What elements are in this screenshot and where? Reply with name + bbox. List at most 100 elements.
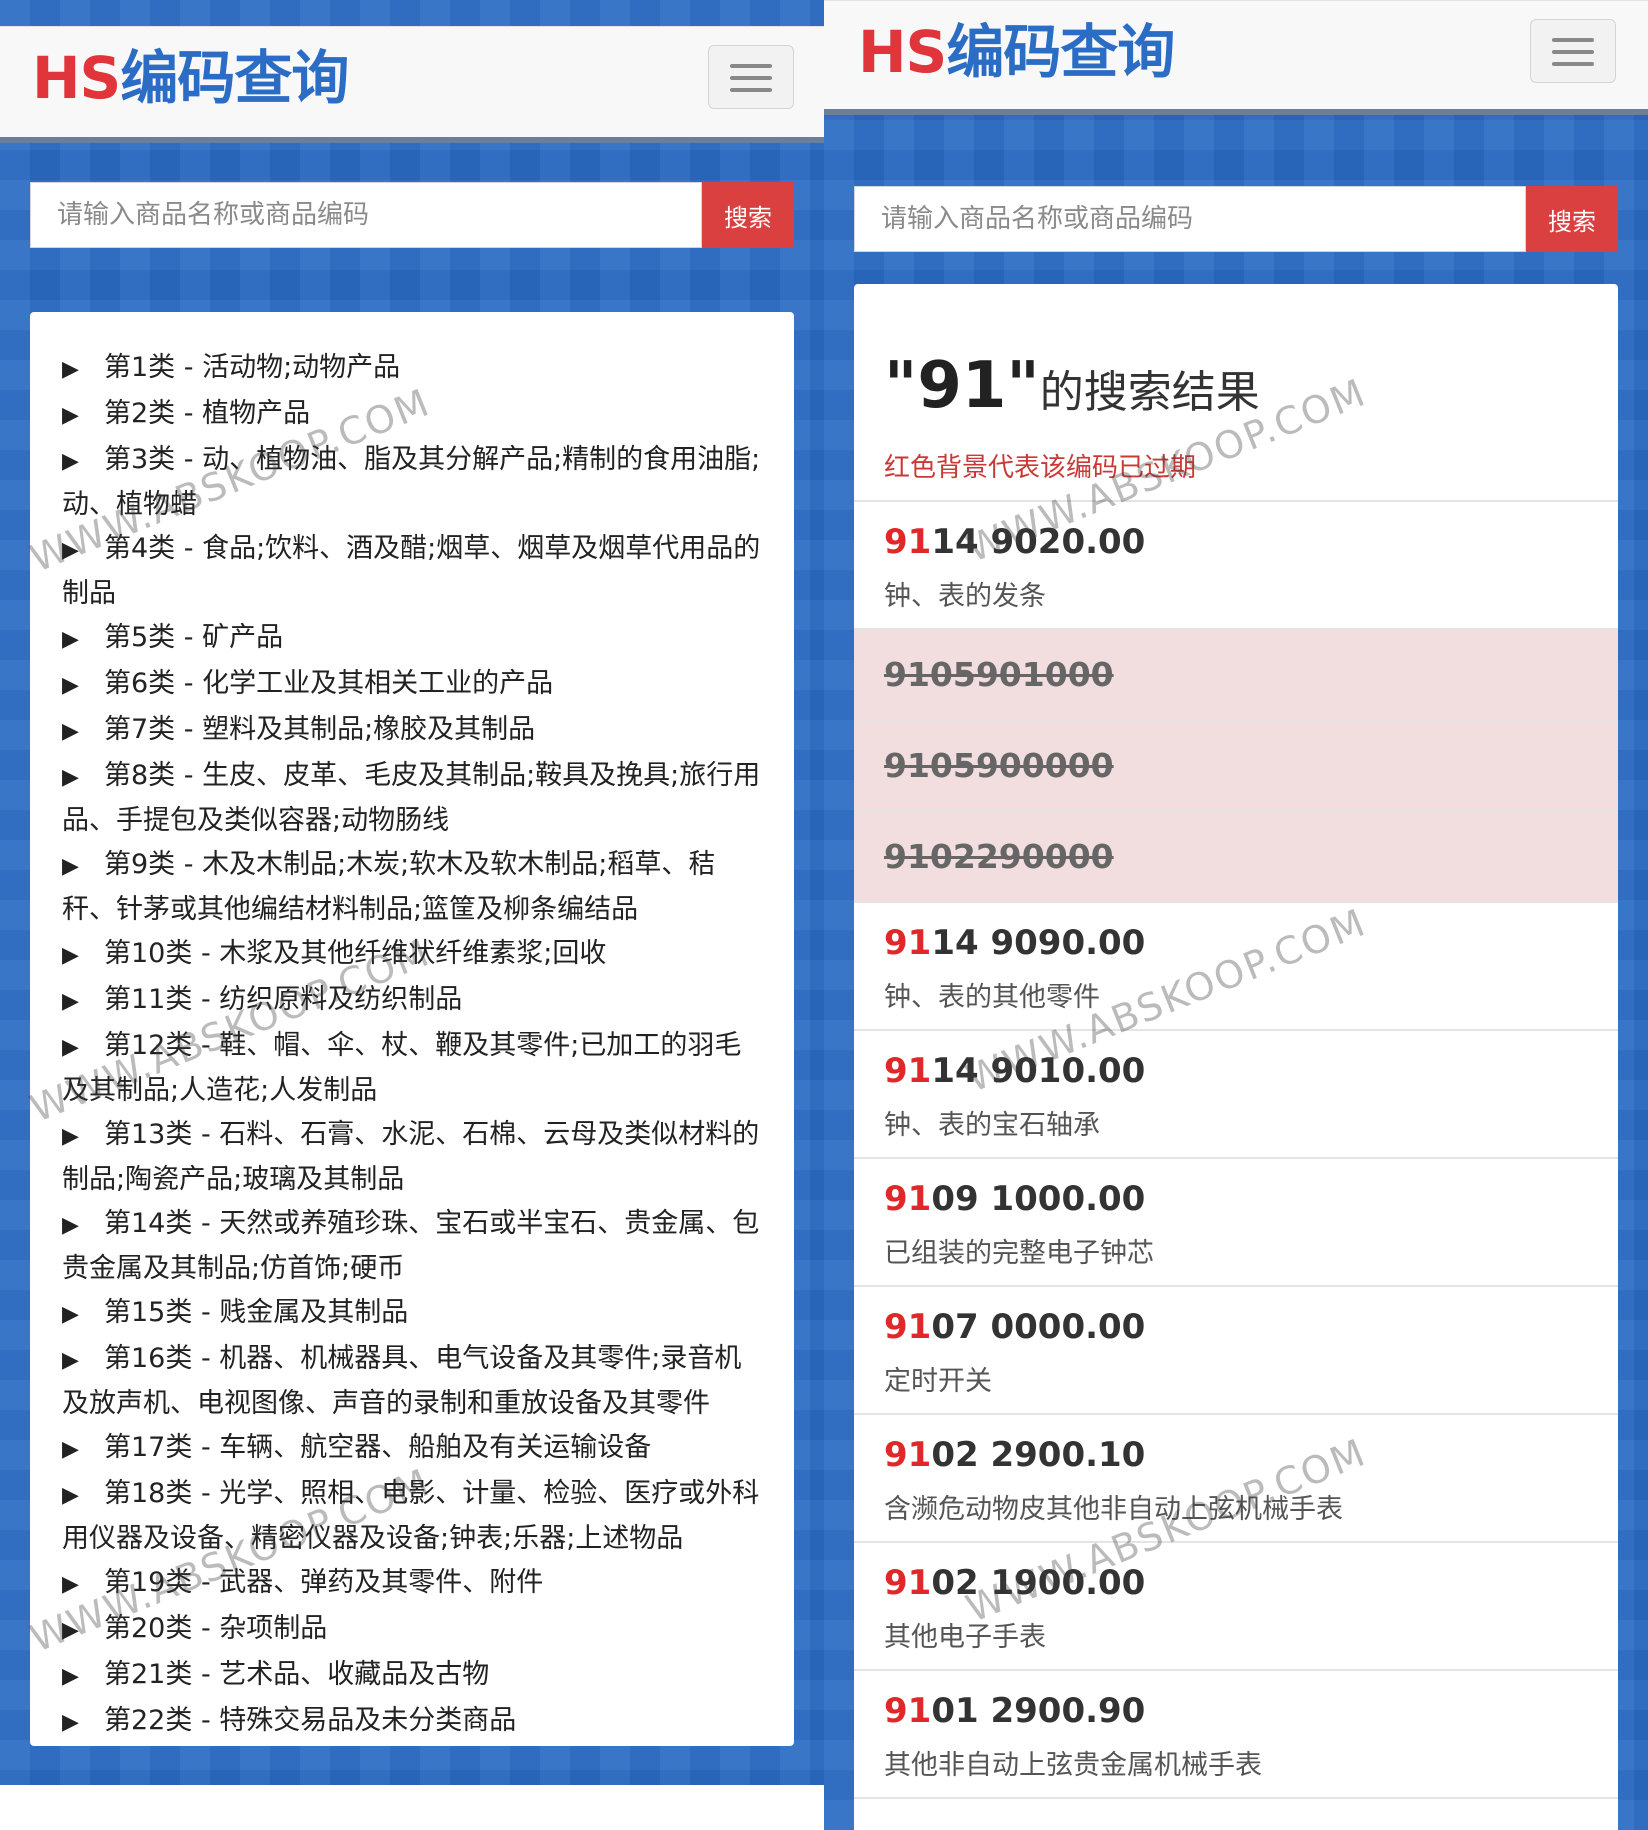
result-row[interactable]: 9109 1000.00 已组装的完整电子钟芯	[854, 1159, 1618, 1287]
triangle-right-icon: ▶	[62, 1710, 79, 1735]
expired-note: 红色背景代表该编码已过期	[884, 452, 1197, 483]
result-row[interactable]: 9102 2900.10 含濒危动物皮其他非自动上弦机械手表	[854, 1415, 1618, 1543]
category-item[interactable]: ▶ 第12类 - 鞋、帽、伞、杖、鞭及其零件;已加工的羽毛及其制品;人造花;人发制…	[62, 1024, 764, 1112]
triangle-right-icon: ▶	[62, 765, 79, 790]
result-row[interactable]: 9114 9090.00 钟、表的其他零件	[854, 903, 1618, 1031]
code-rest: 14 9010.00	[931, 1051, 1146, 1091]
expired-result-row[interactable]: 9105900000	[854, 721, 1618, 812]
triangle-right-icon: ▶	[62, 627, 79, 652]
category-item[interactable]: ▶ 第14类 - 天然或养殖珍珠、宝石或半宝石、贵金属、包贵金属及其制品;仿首饰;…	[62, 1202, 764, 1290]
triangle-right-icon: ▶	[62, 449, 79, 474]
category-label: 第19类 - 武器、弹药及其零件、附件	[104, 1567, 544, 1598]
result-code: 9102 2900.10	[884, 1433, 1588, 1477]
results-card: "91"的搜索结果 红色背景代表该编码已过期 91 14 9020.00 钟、表的发…	[854, 284, 1618, 1830]
expired-result-row[interactable]: 9105901000	[854, 630, 1618, 721]
triangle-right-icon: ▶	[62, 854, 79, 879]
category-item[interactable]: ▶ 第22类 - 特殊交易品及未分类商品	[62, 1699, 764, 1744]
category-item[interactable]: ▶ 第8类 - 生皮、皮革、毛皮及其制品;鞍具及挽具;旅行用品、手提包及类似容器;…	[62, 754, 764, 842]
triangle-right-icon: ▶	[62, 943, 79, 968]
menu-toggle-button[interactable]	[1530, 19, 1616, 83]
category-item[interactable]: ▶ 第11类 - 纺织原料及纺织制品	[62, 978, 764, 1023]
code-match-highlight: 91	[884, 1563, 932, 1603]
result-code: 9105900000	[884, 745, 1588, 788]
category-item[interactable]: ▶ 第7类 - 塑料及其制品;橡胶及其制品	[62, 708, 764, 753]
category-label: 第15类 - 贱金属及其制品	[104, 1297, 409, 1328]
results-list: 91 14 9020.00 钟、表的发条 9105901000 9105900000 91…	[854, 502, 1618, 1799]
results-header: "91"的搜索结果 红色背景代表该编码已过期	[854, 284, 1618, 502]
menu-toggle-button[interactable]	[708, 45, 794, 109]
triangle-right-icon: ▶	[62, 673, 79, 698]
category-item[interactable]: ▶ 第5类 - 矿产品	[62, 616, 764, 661]
code-rest: 02 1900.00	[931, 1563, 1146, 1603]
category-label: 第16类 - 机器、机械器具、电气设备及其零件;录音机及放声机、电视图像、声音的…	[62, 1343, 742, 1419]
triangle-right-icon: ▶	[62, 1124, 79, 1149]
category-label: 第13类 - 石料、石膏、水泥、石棉、云母及类似材料的制品;陶瓷产品;玻璃及其制…	[62, 1119, 760, 1195]
result-row[interactable]: 9102 1900.00 其他电子手表	[854, 1543, 1618, 1671]
category-item[interactable]: ▶ 第20类 - 杂项制品	[62, 1607, 764, 1652]
category-item[interactable]: ▶ 第18类 - 光学、照相、电影、计量、检验、医疗或外科用仪器及设备、精密仪器及…	[62, 1472, 764, 1560]
code-rest: 9105901000	[884, 655, 1114, 694]
category-label: 第20类 - 杂项制品	[104, 1613, 328, 1644]
site-logo[interactable]: HS编码查询	[858, 23, 1175, 81]
result-row[interactable]: 9101 2900.90 其他非自动上弦贵金属机械手表	[854, 1671, 1618, 1799]
result-row[interactable]: 9114 9010.00 钟、表的宝石轴承	[854, 1031, 1618, 1159]
result-code: 9107 0000.00	[884, 1305, 1588, 1349]
footer-strip	[0, 1785, 824, 1830]
result-code: 9114 9090.00	[884, 921, 1588, 965]
code-rest: 14 9020.00	[931, 522, 1146, 562]
code-match-highlight: 91	[884, 923, 932, 963]
result-description: 钟、表的宝石轴承	[884, 1110, 1100, 1142]
category-label: 第14类 - 天然或养殖珍珠、宝石或半宝石、贵金属、包贵金属及其制品;仿首饰;硬…	[62, 1208, 760, 1284]
result-description: 已组装的完整电子钟芯	[884, 1238, 1154, 1270]
site-logo[interactable]: HS编码查询	[32, 49, 349, 107]
right-panel: HS编码查询 搜索 "91"的搜索结果 红色背景代表该编码已过期 9114 90…	[824, 0, 1648, 1830]
logo-cn-text: 编码查询	[120, 44, 349, 112]
category-item[interactable]: ▶ 第4类 - 食品;饮料、酒及醋;烟草、烟草及烟草代用品的制品	[62, 527, 764, 615]
expired-result-row[interactable]: 9102290000	[854, 812, 1618, 903]
category-item[interactable]: ▶ 第21类 - 艺术品、收藏品及古物	[62, 1653, 764, 1698]
result-code: 9101 2900.90	[884, 1689, 1588, 1733]
hamburger-icon	[1552, 38, 1594, 42]
search-input[interactable]	[30, 182, 702, 248]
code-rest: 9105900000	[884, 746, 1114, 785]
result-row[interactable]: 9114 9020.00 钟、表的发条	[854, 502, 1618, 630]
category-list: ▶ 第1类 - 活动物;动物产品 ▶ 第2类 - 植物产品 ▶ 第3类 - 动、植物油、脂…	[30, 312, 794, 1746]
result-description: 钟、表的发条	[884, 581, 1046, 613]
category-label: 第8类 - 生皮、皮革、毛皮及其制品;鞍具及挽具;旅行用品、手提包及类似容器;动…	[62, 760, 761, 836]
category-item[interactable]: ▶ 第3类 - 动、植物油、脂及其分解产品;精制的食用油脂;动、植物蜡	[62, 438, 764, 526]
logo-hs-text: HS	[32, 44, 121, 112]
category-item[interactable]: ▶ 第10类 - 木浆及其他纤维状纤维素浆;回收	[62, 932, 764, 977]
search-input[interactable]	[854, 186, 1526, 252]
category-item[interactable]: ▶ 第17类 - 车辆、航空器、船舶及有关运输设备	[62, 1426, 764, 1471]
result-description: 其他非自动上弦贵金属机械手表	[884, 1750, 1262, 1782]
category-item[interactable]: ▶ 第6类 - 化学工业及其相关工业的产品	[62, 662, 764, 707]
result-description: 其他电子手表	[884, 1622, 1046, 1654]
category-item[interactable]: ▶ 第13类 - 石料、石膏、水泥、石棉、云母及类似材料的制品;陶瓷产品;玻璃及其…	[62, 1113, 764, 1201]
result-code: 9102290000	[884, 836, 1588, 879]
search-bar: 搜索	[30, 182, 794, 248]
triangle-right-icon: ▶	[62, 719, 79, 744]
category-label: 第4类 - 食品;饮料、酒及醋;烟草、烟草及烟草代用品的制品	[62, 533, 761, 609]
category-label: 第5类 - 矿产品	[104, 622, 284, 653]
code-rest: 01 2900.90	[931, 1691, 1146, 1731]
search-bar: 搜索	[854, 186, 1618, 252]
search-button[interactable]: 搜索	[702, 182, 794, 248]
search-button[interactable]: 搜索	[1526, 186, 1618, 252]
category-item[interactable]: ▶ 第2类 - 植物产品	[62, 392, 764, 437]
category-item[interactable]: ▶ 第15类 - 贱金属及其制品	[62, 1291, 764, 1336]
category-label: 第12类 - 鞋、帽、伞、杖、鞭及其零件;已加工的羽毛及其制品;人造花;人发制品	[62, 1030, 742, 1106]
result-row[interactable]: 9107 0000.00 定时开关	[854, 1287, 1618, 1415]
category-label: 第17类 - 车辆、航空器、船舶及有关运输设备	[104, 1432, 652, 1463]
category-item[interactable]: ▶ 第1类 - 活动物;动物产品	[62, 346, 764, 391]
result-description: 含濒危动物皮其他非自动上弦机械手表	[884, 1494, 1343, 1526]
result-description: 定时开关	[884, 1366, 992, 1398]
triangle-right-icon: ▶	[62, 538, 79, 563]
results-title: "91"的搜索结果	[884, 348, 1588, 425]
category-item[interactable]: ▶ 第19类 - 武器、弹药及其零件、附件	[62, 1561, 764, 1606]
category-label: 第21类 - 艺术品、收藏品及古物	[104, 1659, 490, 1690]
triangle-right-icon: ▶	[62, 1572, 79, 1597]
category-item[interactable]: ▶ 第9类 - 木及木制品;木炭;软木及软木制品;稻草、秸秆、针茅或其他编结材料制…	[62, 843, 764, 931]
category-item[interactable]: ▶ 第16类 - 机器、机械器具、电气设备及其零件;录音机及放声机、电视图像、声音…	[62, 1337, 764, 1425]
navbar: HS编码查询	[824, 0, 1648, 115]
category-label: 第1类 - 活动物;动物产品	[104, 352, 401, 383]
